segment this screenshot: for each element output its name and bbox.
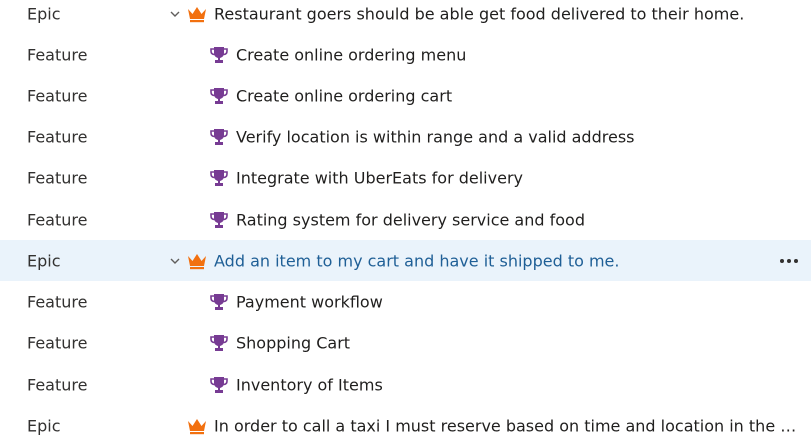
ellipsis-icon[interactable] <box>777 255 801 267</box>
work-item-type: Feature <box>27 45 88 64</box>
backlog-row-epic-selected[interactable]: Epic Add an item to my cart and have it … <box>0 240 811 281</box>
work-item-type: Epic <box>27 416 61 435</box>
crown-icon <box>188 418 206 434</box>
crown-icon <box>188 6 206 22</box>
work-item-title[interactable]: Create online ordering cart <box>236 86 452 105</box>
backlog-row-feature[interactable]: Feature Rating system for delivery servi… <box>0 199 811 240</box>
work-item-title[interactable]: Shopping Cart <box>236 333 350 352</box>
trophy-icon <box>210 169 228 186</box>
backlog-row-feature[interactable]: Feature Shopping Cart <box>0 322 811 363</box>
trophy-icon <box>210 293 228 310</box>
backlog-row-epic[interactable]: Epic Restaurant goers should be able get… <box>0 0 811 34</box>
work-item-title[interactable]: Create online ordering menu <box>236 45 466 64</box>
work-item-title[interactable]: Rating system for delivery service and f… <box>236 210 585 229</box>
work-item-type: Epic <box>27 251 61 270</box>
backlog-row-feature[interactable]: Feature Verify location is within range … <box>0 116 811 157</box>
work-item-title[interactable]: Integrate with UberEats for delivery <box>236 168 523 187</box>
crown-icon <box>188 253 206 269</box>
backlog-row-feature[interactable]: Feature Inventory of Items <box>0 364 811 405</box>
work-item-title[interactable]: Restaurant goers should be able get food… <box>214 4 744 23</box>
work-item-type: Feature <box>27 375 88 394</box>
work-item-type: Feature <box>27 168 88 187</box>
chevron-down-icon[interactable] <box>168 254 182 268</box>
trophy-icon <box>210 334 228 351</box>
trophy-icon <box>210 211 228 228</box>
work-item-type: Epic <box>27 4 61 23</box>
work-item-title-link[interactable]: Add an item to my cart and have it shipp… <box>214 251 619 270</box>
work-item-type: Feature <box>27 86 88 105</box>
backlog-row-feature[interactable]: Feature Create online ordering menu <box>0 34 811 75</box>
trophy-icon <box>210 376 228 393</box>
work-item-title[interactable]: Payment workflow <box>236 292 383 311</box>
work-item-type: Feature <box>27 333 88 352</box>
work-item-title[interactable]: Inventory of Items <box>236 375 383 394</box>
work-item-type: Feature <box>27 210 88 229</box>
backlog-row-feature[interactable]: Feature Payment workflow <box>0 281 811 322</box>
backlog-row-epic[interactable]: Epic In order to call a taxi I must rese… <box>0 405 811 435</box>
work-item-title[interactable]: In order to call a taxi I must reserve b… <box>214 416 808 435</box>
trophy-icon <box>210 46 228 63</box>
work-item-type: Feature <box>27 127 88 146</box>
backlog-tree: Epic Restaurant goers should be able get… <box>0 0 811 435</box>
work-item-type: Feature <box>27 292 88 311</box>
trophy-icon <box>210 87 228 104</box>
backlog-row-feature[interactable]: Feature Create online ordering cart <box>0 75 811 116</box>
trophy-icon <box>210 128 228 145</box>
chevron-down-icon[interactable] <box>168 7 182 21</box>
work-item-title[interactable]: Verify location is within range and a va… <box>236 127 634 146</box>
backlog-row-feature[interactable]: Feature Integrate with UberEats for deli… <box>0 157 811 198</box>
